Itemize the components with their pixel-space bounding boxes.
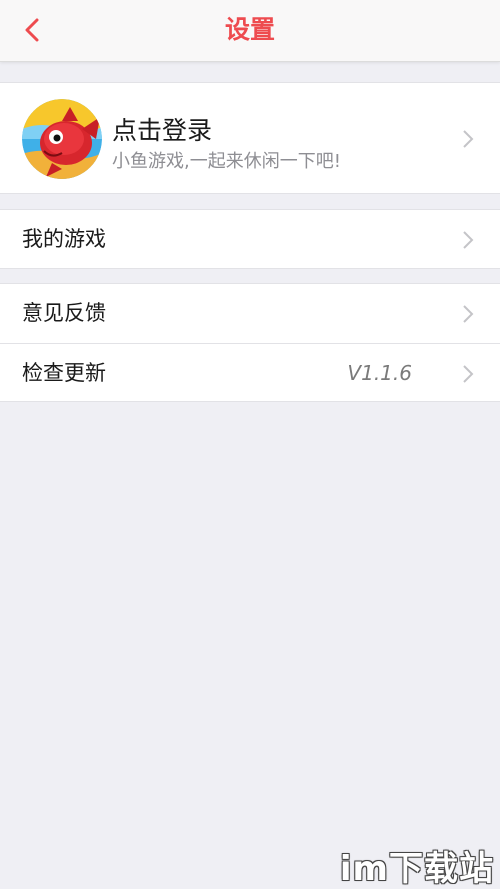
login-profile-cell[interactable]: 点击登录 小鱼游戏,一起来休闲一下吧! — [0, 82, 500, 194]
menu-item-label: 检查更新 — [22, 361, 106, 385]
my-games-group: 我的游戏 — [0, 209, 500, 269]
chevron-right-icon — [463, 305, 474, 323]
menu-item-my-games[interactable]: 我的游戏 — [0, 210, 500, 269]
menu-item-label: 意见反馈 — [22, 301, 106, 325]
watermark: im下载站 — [339, 849, 494, 889]
page-title: 设置 — [224, 15, 275, 44]
version-label: V1.1.6 — [347, 361, 412, 385]
menu-item-feedback[interactable]: 意见反馈 — [0, 284, 500, 343]
login-title: 点击登录 — [112, 116, 213, 145]
chevron-right-icon — [463, 231, 474, 249]
menu-item-label: 我的游戏 — [22, 227, 106, 251]
red-fish-avatar-icon — [22, 99, 102, 179]
navigation-bar: 设置 — [0, 0, 500, 62]
settings-group: 意见反馈 检查更新 V1.1.6 — [0, 283, 500, 402]
chevron-right-icon — [463, 130, 474, 148]
avatar — [22, 99, 102, 179]
login-subtitle: 小鱼游戏,一起来休闲一下吧! — [112, 151, 341, 172]
menu-item-check-update[interactable]: 检查更新 V1.1.6 — [0, 344, 500, 403]
chevron-right-icon — [463, 365, 474, 383]
